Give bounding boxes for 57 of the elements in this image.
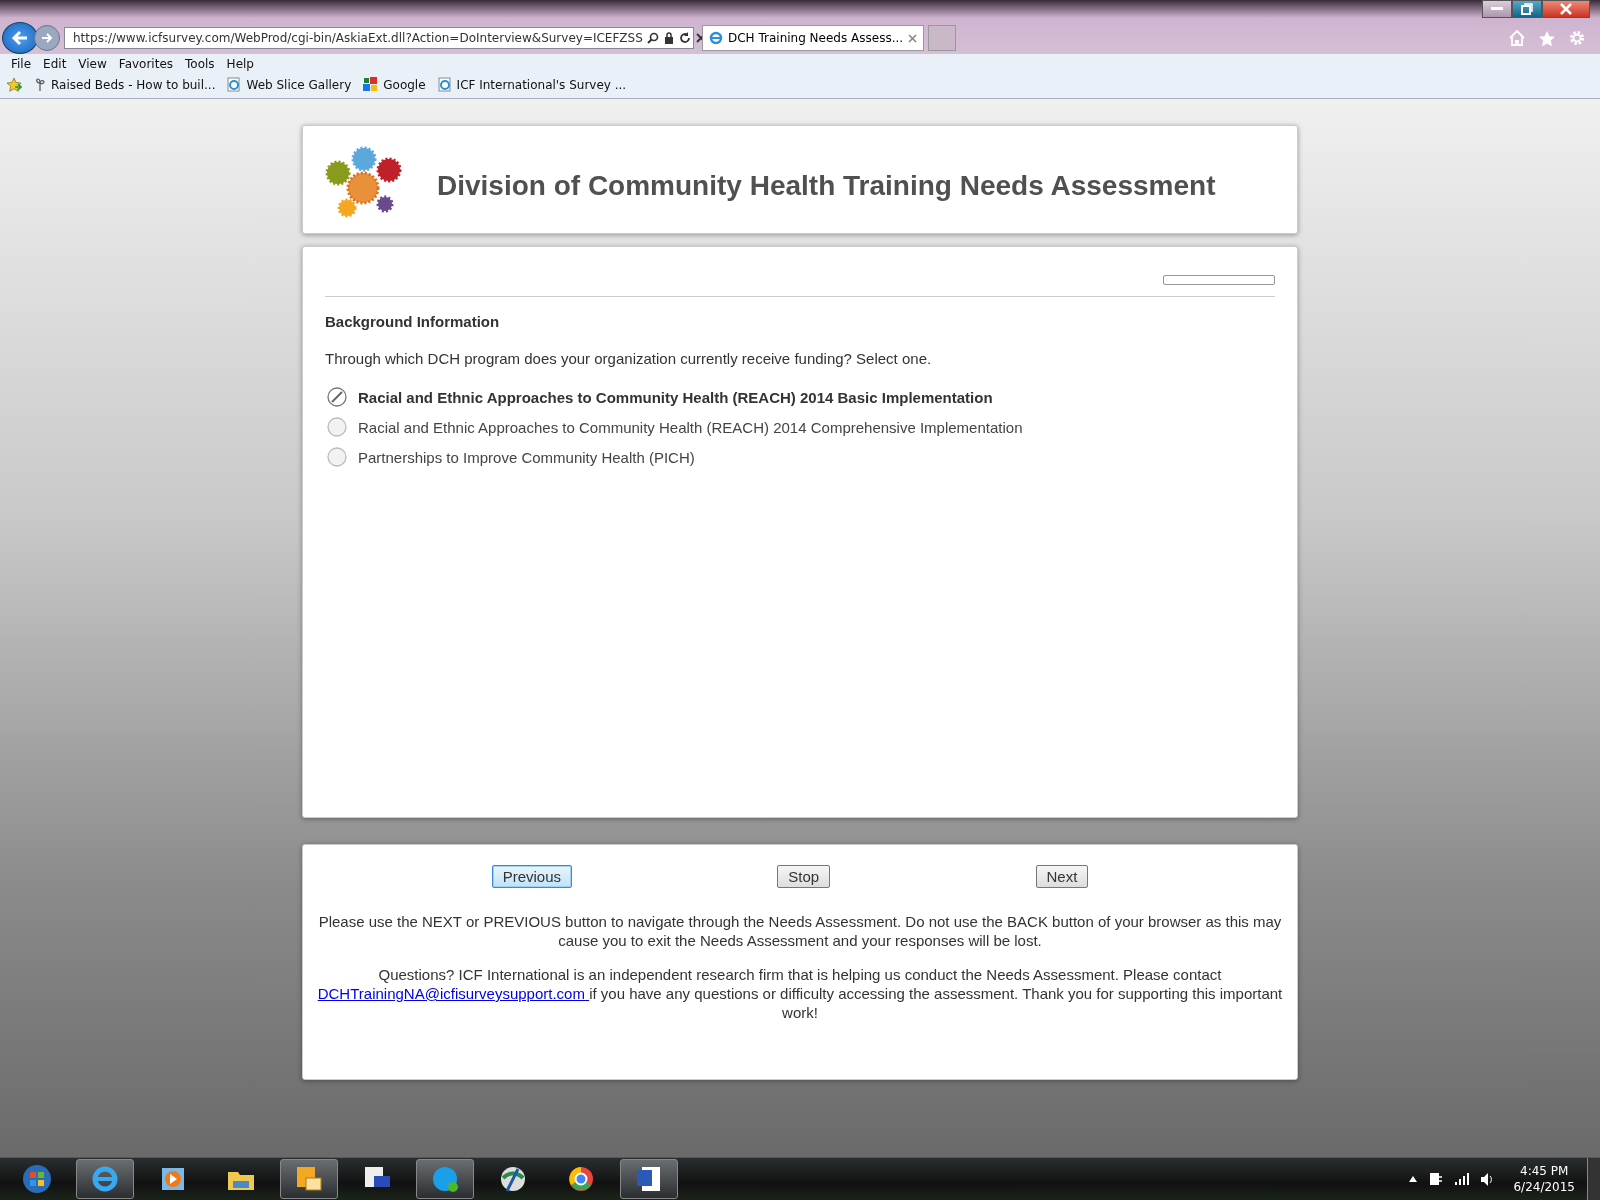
navigation-button[interactable]: Previous [491, 865, 572, 888]
favorite-link[interactable]: Google [363, 77, 426, 92]
browser-icon [90, 1164, 120, 1194]
radio-option[interactable]: Racial and Ethnic Approaches to Community Health (REACH) 2014 Basic Implementation [325, 387, 993, 407]
plant-icon [34, 77, 46, 92]
clock-date[interactable]: 6/24/2015 [1513, 1179, 1575, 1195]
restore-icon [1521, 3, 1533, 15]
forward-button[interactable] [34, 25, 60, 51]
page-icon [227, 77, 242, 92]
radio-button[interactable] [327, 417, 347, 437]
squares-icon [363, 77, 379, 92]
navigation-button[interactable]: Stop [777, 865, 831, 888]
menu-item[interactable]: Favorites [113, 57, 181, 71]
taskbar-app-button[interactable] [620, 1159, 678, 1199]
favorites-star-icon[interactable] [6, 77, 22, 92]
window-icon [22, 1164, 52, 1194]
lock-icon [663, 32, 674, 44]
show-desktop-button[interactable] [1587, 1158, 1600, 1200]
search-icon[interactable] [646, 32, 659, 44]
refresh-icon[interactable] [678, 32, 691, 44]
radio-option[interactable]: Partnerships to Improve Community Health (PICH) [325, 447, 695, 467]
navigation-button[interactable]: Next [1035, 865, 1089, 888]
navigation-notice: Please use the NEXT or PREVIOUS button to navigate through the Needs Assessment. Do not use the BACK button of your browser as this may cause you to exit the Needs Assessment and your responses will be lost. [317, 912, 1283, 950]
ring-icon [566, 1164, 596, 1194]
taskbar-app-button[interactable] [280, 1159, 338, 1199]
favorite-link[interactable]: ICF International's Survey ... [437, 77, 627, 92]
power-plug-icon[interactable] [1429, 1171, 1444, 1187]
star-icon[interactable] [1538, 29, 1556, 47]
menu-item[interactable]: File [6, 57, 39, 71]
radio-option[interactable]: Racial and Ethnic Approaches to Community Health (REACH) 2014 Comprehensive Implementation [325, 417, 1023, 437]
back-arrow-icon [11, 30, 29, 46]
favorite-link[interactable]: Raised Beds - How to buil... [34, 77, 216, 92]
menu-item[interactable]: View [73, 57, 114, 71]
clock-time[interactable]: 4:45 PM [1520, 1163, 1569, 1179]
survey-title: Division of Community Health Training Needs Assessment [437, 169, 1216, 202]
show-hidden-icons-icon[interactable] [1409, 1176, 1418, 1182]
favorite-link[interactable]: Web Slice Gallery [227, 77, 352, 92]
menu-item[interactable]: Edit [38, 57, 74, 71]
minimize-icon [1491, 7, 1503, 11]
chat-icon [430, 1164, 460, 1194]
radio-button[interactable] [327, 447, 347, 467]
signal-bars-icon[interactable] [1455, 1173, 1470, 1185]
close-window-button[interactable] [1542, 0, 1590, 18]
back-button[interactable] [2, 22, 38, 54]
question-text: Through which DCH program does your organization currently receive funding? Select one. [325, 350, 933, 367]
section-heading: Background Information [325, 313, 501, 330]
speaker-icon[interactable] [1481, 1172, 1494, 1186]
page-icon [437, 77, 452, 92]
minimize-button[interactable] [1482, 0, 1512, 18]
email-link[interactable]: DCHTrainingNA@icfisurveysupport.com [317, 985, 590, 1002]
restore-button[interactable] [1512, 0, 1542, 18]
menu-item[interactable]: Help [221, 57, 261, 71]
browser-tab[interactable]: DCH Training Needs Assess... [702, 25, 925, 51]
contact-paragraph: Questions? ICF International is an independent research firm that is helping us conduct the Needs Assessment. Please contact DCHTrainingNA@icfisurveysupport.com if you have any questions or difficulty accessing the assessment. Thank you for supporting this important work! [316, 965, 1284, 1022]
menu-item[interactable]: Tools [180, 57, 222, 71]
radio-button[interactable] [327, 387, 347, 407]
forward-arrow-icon [41, 33, 53, 43]
